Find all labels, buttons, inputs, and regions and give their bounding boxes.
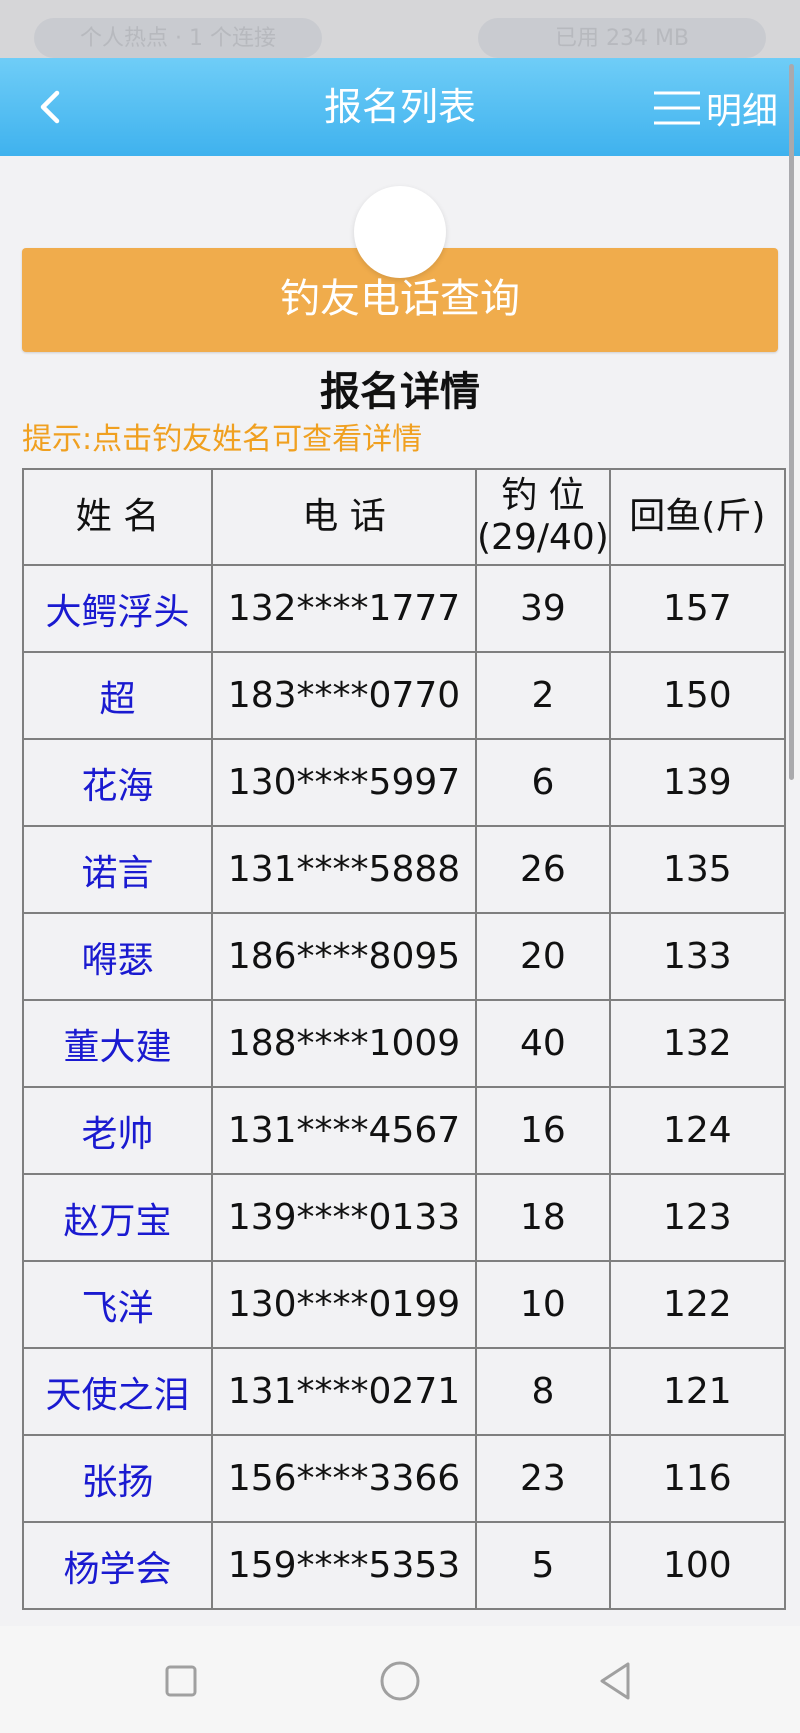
angler-name-link[interactable]: 诺言	[22, 825, 213, 914]
seat-cell: 26	[475, 825, 611, 914]
seat-cell: 16	[475, 1086, 611, 1175]
angler-name-link[interactable]: 赵万宝	[22, 1173, 213, 1262]
angler-name-link[interactable]: 杨学会	[22, 1521, 213, 1610]
table-row: 杨学会 159****5353 5 100	[22, 1521, 786, 1610]
home-icon[interactable]	[375, 1656, 425, 1706]
system-nav-bar	[0, 1626, 800, 1733]
angler-name-link[interactable]: 超	[22, 651, 213, 740]
page-title: 报名列表	[323, 85, 476, 129]
status-bar: 个人热点 · 1 个连接 已用 234 MB	[0, 0, 800, 58]
angler-name-link[interactable]: 董大建	[22, 999, 213, 1088]
table-row: 飞洋 130****0199 10 122	[22, 1260, 786, 1349]
seat-cell: 6	[475, 738, 611, 827]
phone-cell: 130****5997	[211, 738, 477, 827]
angler-name-link[interactable]: 嘚瑟	[22, 912, 213, 1001]
catch-cell: 116	[608, 1434, 786, 1523]
catch-cell: 132	[608, 999, 786, 1088]
table-row: 老帅 131****4567 16 124	[22, 1086, 786, 1175]
hotspot-indicator: 个人热点 · 1 个连接	[34, 18, 322, 58]
recent-apps-icon[interactable]	[156, 1656, 206, 1706]
detail-label: 明细	[705, 91, 778, 132]
phone-cell: 159****5353	[211, 1521, 477, 1610]
seat-cell: 5	[475, 1521, 611, 1610]
header-name: 姓 名	[22, 468, 213, 566]
table-header-row: 姓 名 电 话 钓 位 (29/40) 回鱼(斤)	[22, 468, 786, 566]
phone-cell: 139****0133	[211, 1173, 477, 1262]
seat-cell: 39	[475, 564, 611, 653]
header-seat: 钓 位 (29/40)	[475, 468, 611, 566]
back-triangle-icon[interactable]	[592, 1656, 642, 1706]
detail-button[interactable]: 明细	[652, 80, 778, 136]
header-phone: 电 话	[211, 468, 477, 566]
seat-cell: 18	[475, 1173, 611, 1262]
table-row: 大鳄浮头 132****1777 39 157	[22, 564, 786, 653]
catch-cell: 157	[608, 564, 786, 653]
back-button[interactable]	[22, 78, 78, 136]
table-row: 诺言 131****5888 26 135	[22, 825, 786, 914]
phone-cell: 131****0271	[211, 1347, 477, 1436]
table-row: 董大建 188****1009 40 132	[22, 999, 786, 1088]
signup-table: 姓 名 电 话 钓 位 (29/40) 回鱼(斤) 大鳄浮头 132****177…	[22, 468, 786, 1610]
seat-cell: 10	[475, 1260, 611, 1349]
app-header: 报名列表 明细	[0, 58, 800, 156]
catch-cell: 124	[608, 1086, 786, 1175]
phone-cell: 183****0770	[211, 651, 477, 740]
catch-cell: 150	[608, 651, 786, 740]
seat-cell: 2	[475, 651, 611, 740]
angler-name-link[interactable]: 花海	[22, 738, 213, 827]
angler-name-link[interactable]: 老帅	[22, 1086, 213, 1175]
seat-cell: 20	[475, 912, 611, 1001]
chevron-left-icon	[40, 90, 60, 124]
table-row: 花海 130****5997 6 139	[22, 738, 786, 827]
phone-cell: 131****5888	[211, 825, 477, 914]
catch-cell: 122	[608, 1260, 786, 1349]
phone-cell: 188****1009	[211, 999, 477, 1088]
menu-icon	[653, 91, 700, 125]
table-row: 嘚瑟 186****8095 20 133	[22, 912, 786, 1001]
seat-cell: 23	[475, 1434, 611, 1523]
hint-text: 提示:点击钓友姓名可查看详情	[22, 422, 423, 457]
phone-cell: 186****8095	[211, 912, 477, 1001]
table-row: 赵万宝 139****0133 18 123	[22, 1173, 786, 1262]
table-row: 张扬 156****3366 23 116	[22, 1434, 786, 1523]
seat-cell: 40	[475, 999, 611, 1088]
catch-cell: 139	[608, 738, 786, 827]
floating-circle-button[interactable]	[354, 186, 446, 278]
phone-cell: 130****0199	[211, 1260, 477, 1349]
phone-cell: 131****4567	[211, 1086, 477, 1175]
catch-cell: 100	[608, 1521, 786, 1610]
catch-cell: 123	[608, 1173, 786, 1262]
angler-name-link[interactable]: 张扬	[22, 1434, 213, 1523]
scrollbar[interactable]	[789, 64, 794, 780]
header-seat-count: (29/40)	[477, 517, 609, 558]
phone-cell: 156****3366	[211, 1434, 477, 1523]
angler-name-link[interactable]: 天使之泪	[22, 1347, 213, 1436]
header-catch: 回鱼(斤)	[608, 468, 786, 566]
table-row: 天使之泪 131****0271 8 121	[22, 1347, 786, 1436]
catch-cell: 121	[608, 1347, 786, 1436]
header-seat-label: 钓 位	[501, 475, 585, 516]
section-title: 报名详情	[320, 369, 480, 415]
catch-cell: 133	[608, 912, 786, 1001]
angler-name-link[interactable]: 大鳄浮头	[22, 564, 213, 653]
catch-cell: 135	[608, 825, 786, 914]
table-row: 超 183****0770 2 150	[22, 651, 786, 740]
angler-name-link[interactable]: 飞洋	[22, 1260, 213, 1349]
phone-cell: 132****1777	[211, 564, 477, 653]
seat-cell: 8	[475, 1347, 611, 1436]
data-usage-indicator: 已用 234 MB	[478, 18, 766, 58]
